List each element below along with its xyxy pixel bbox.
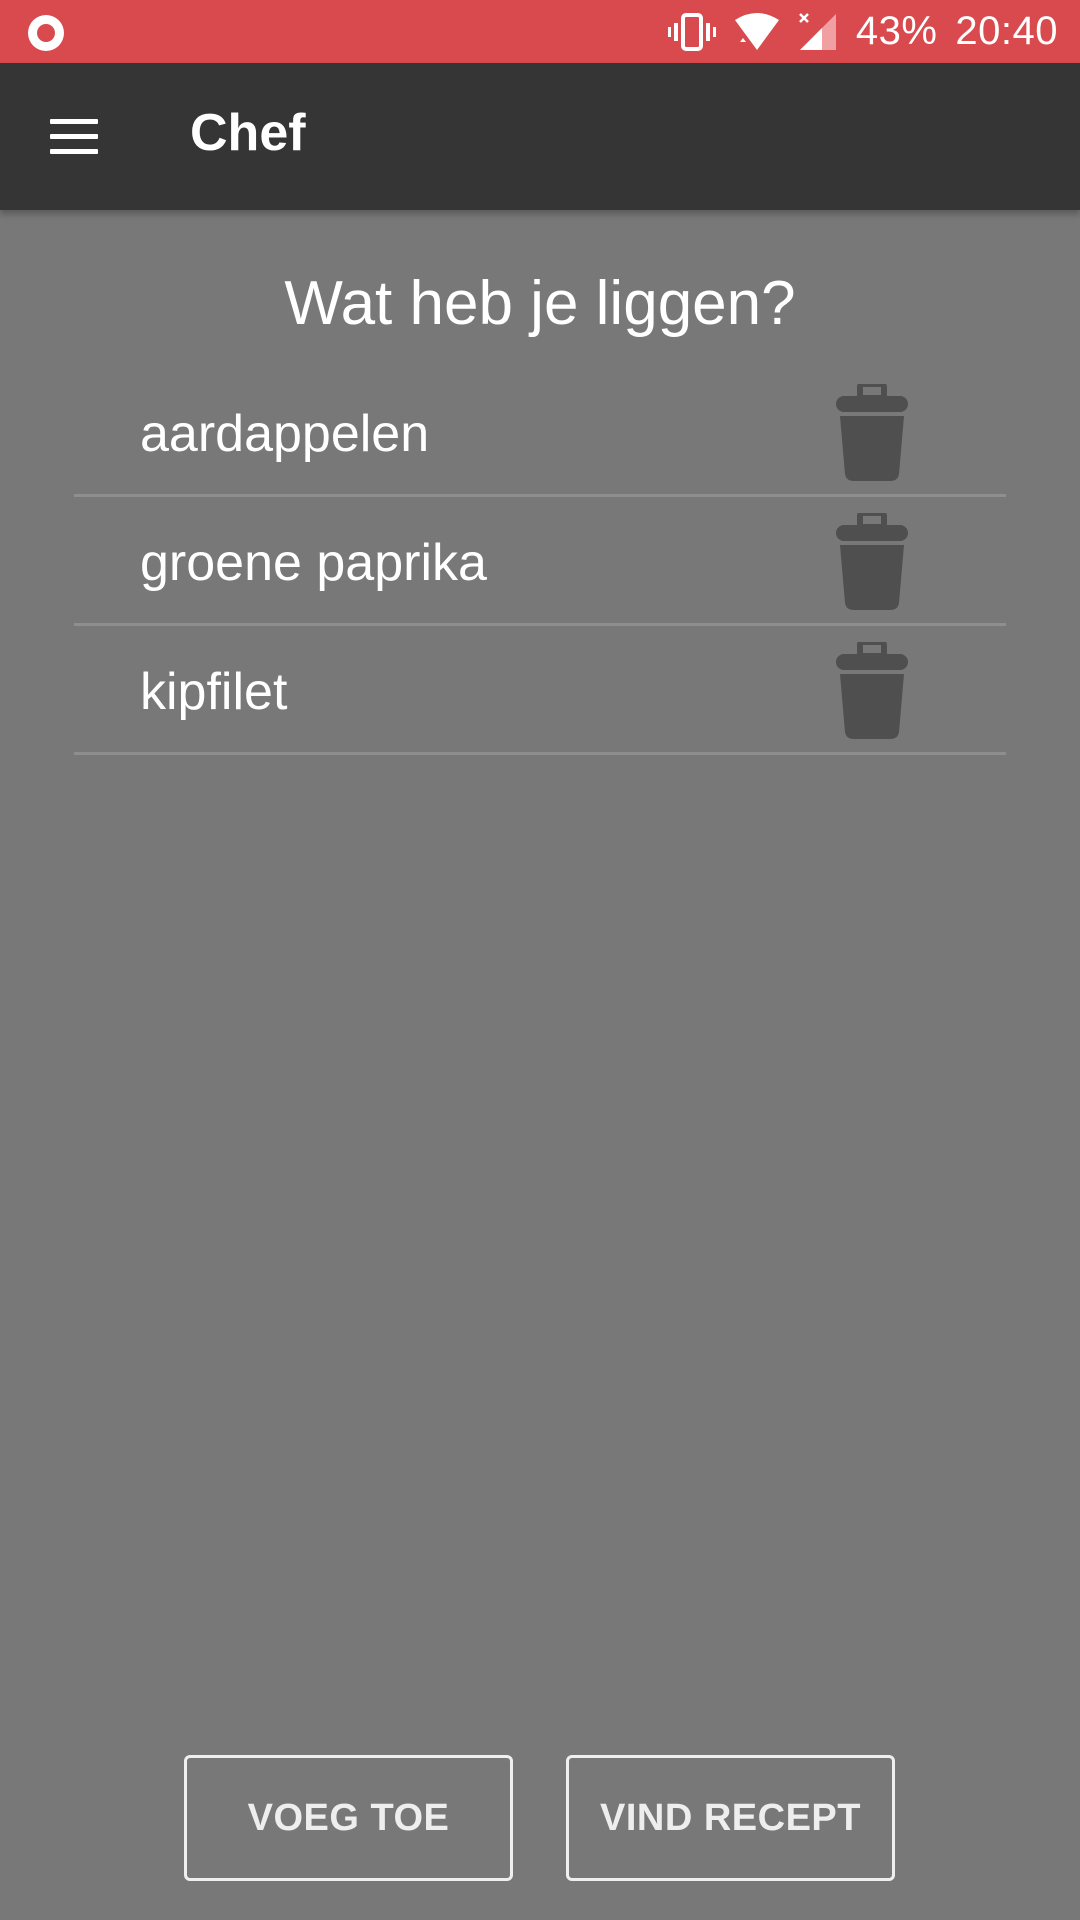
signal-icon [798,12,836,50]
status-right: 43% 20:40 [667,0,1058,63]
trash-icon[interactable] [834,642,910,740]
trash-icon[interactable] [834,513,910,611]
list-item: groene paprika [74,497,1006,626]
ingredient-label: groene paprika [140,534,487,592]
clock: 20:40 [955,9,1058,53]
list-item: aardappelen [74,368,1006,497]
app-bar: Chef [0,63,1080,210]
ingredient-label: kipfilet [140,663,288,721]
status-bar: 43% 20:40 [0,0,1080,63]
wifi-icon [734,12,779,50]
app-title: Chef [190,104,306,162]
trash-icon[interactable] [834,384,910,482]
record-icon [28,15,64,51]
hamburger-menu-icon[interactable] [50,119,98,155]
ingredient-label: aardappelen [140,405,430,463]
page-heading: Wat heb je liggen? [284,269,796,338]
vibrate-icon [667,12,716,51]
action-bar: VOEG TOE VIND RECEPT [0,1755,1080,1881]
add-ingredient-button[interactable]: VOEG TOE [184,1755,513,1881]
ingredient-list: aardappelen groene paprika kipfilet [74,368,1006,755]
list-item: kipfilet [74,626,1006,755]
find-recipe-button[interactable]: VIND RECEPT [566,1755,895,1881]
battery-level: 43% [855,9,938,53]
